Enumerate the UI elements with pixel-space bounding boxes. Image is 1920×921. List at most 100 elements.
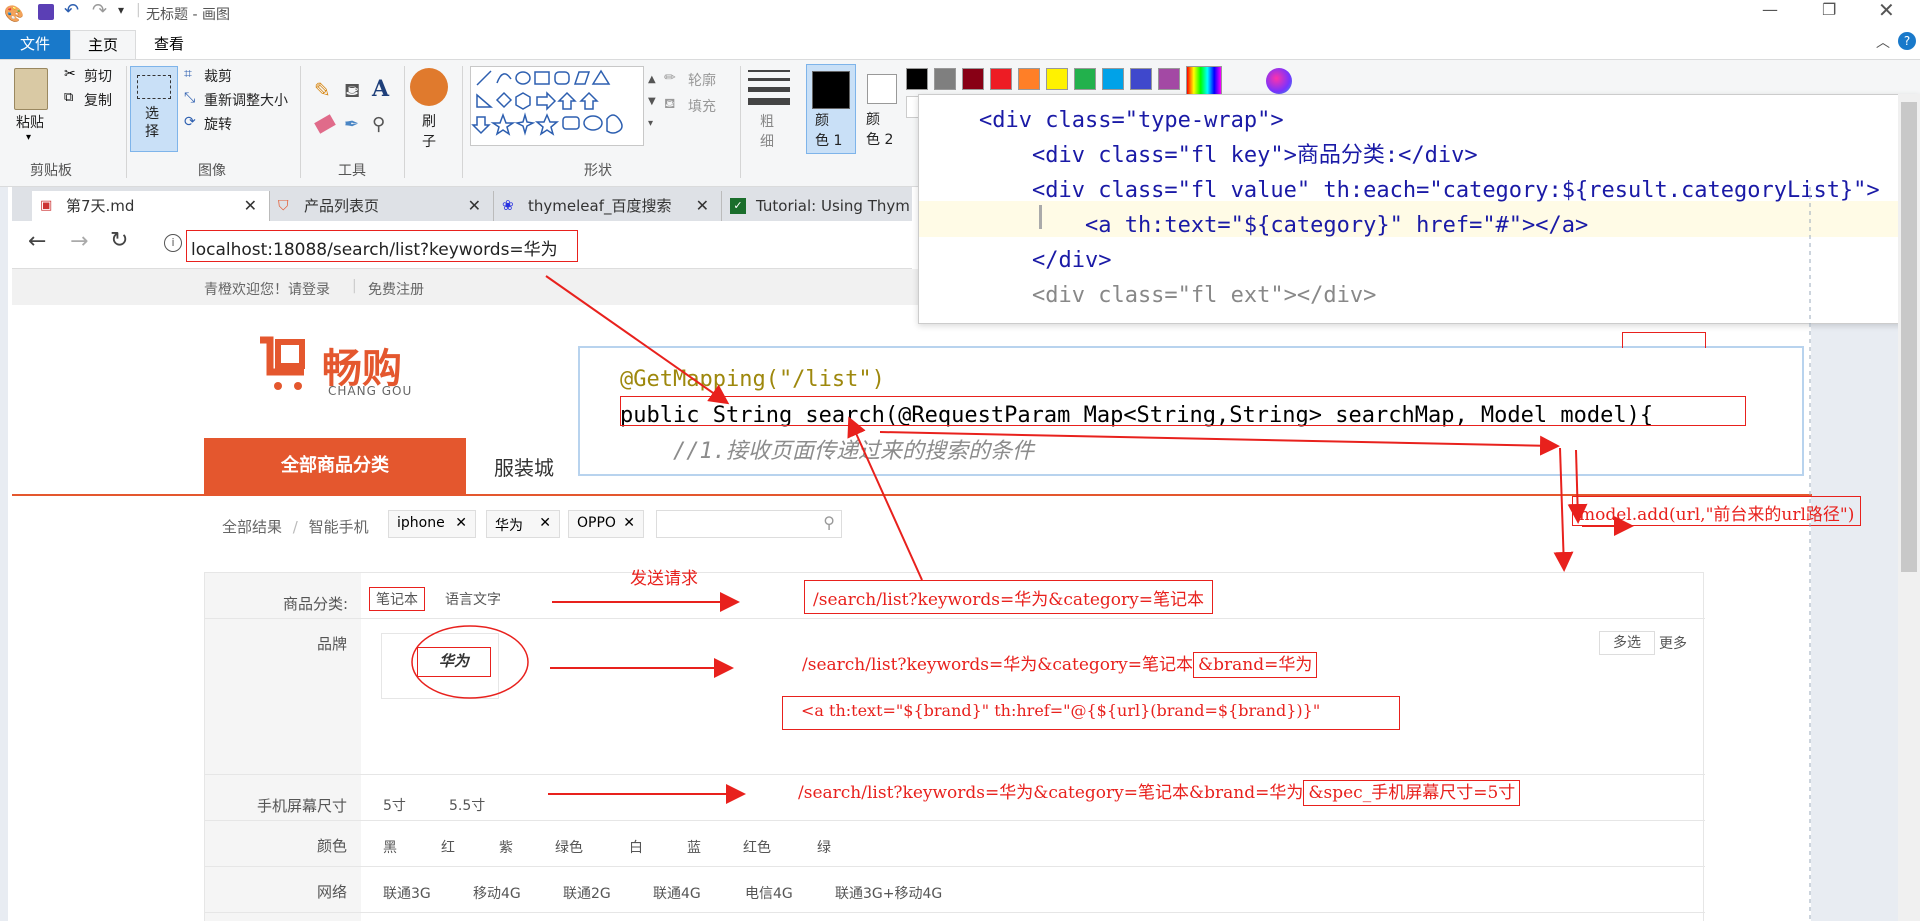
magnifier-icon[interactable]: ⚲ [372,114,385,135]
crumb-all[interactable]: 全部结果 [222,518,282,536]
palette-swatch[interactable] [1130,68,1152,90]
copy-button[interactable]: 复制 [84,90,112,110]
orange-divider [12,494,1812,496]
category-option[interactable]: 笔记本 [369,587,425,611]
palette-swatch[interactable] [1158,68,1180,90]
search-icon[interactable]: ⚲ [823,513,835,532]
file-menu[interactable]: 文件 [0,30,70,59]
brand-name[interactable]: 华为 [417,647,491,677]
minimize-icon[interactable]: — [1762,0,1778,19]
network-option[interactable]: 移动4G [473,883,521,903]
outline-button[interactable]: 轮廓 [688,70,716,90]
outline-icon: ✏ [664,70,676,86]
filter-chip[interactable]: iphone ✕ [388,510,476,538]
palette-swatch[interactable] [1074,68,1096,90]
nav-clothing[interactable]: 服装城 [494,452,554,481]
palette-swatch[interactable] [990,68,1012,90]
chip-close-icon[interactable]: ✕ [623,515,635,531]
tab-close-icon[interactable]: ✕ [696,191,709,221]
palette-swatch[interactable] [962,68,984,90]
save-icon[interactable] [38,4,54,20]
rotate-icon: ⟳ [184,114,196,130]
reload-icon[interactable]: ↻ [110,228,128,253]
color-option[interactable]: 黑 [383,837,397,857]
network-option[interactable]: 联通3G+移动4G [835,883,942,903]
screen-option[interactable]: 5.5寸 [449,795,485,815]
line-size-icon[interactable] [748,70,790,110]
collapse-ribbon-icon[interactable]: ︿ [1876,32,1890,52]
select-button[interactable]: 选 择 [130,66,178,152]
color-option[interactable]: 红 [441,837,455,857]
chip-close-icon[interactable]: ✕ [539,515,551,531]
browser-tab-2[interactable]: ⛉ 产品列表页 ✕ [270,191,494,221]
cut-button[interactable]: 剪切 [84,66,112,86]
brush-icon[interactable] [410,68,448,106]
color-option[interactable]: 白 [629,837,643,857]
tab-close-icon[interactable]: ✕ [244,191,257,221]
color-picker-icon[interactable]: ✒ [344,114,359,135]
color1-button[interactable]: 颜 色 1 [806,64,856,154]
address-bar[interactable]: localhost:18088/search/list?keywords=华为 [186,230,578,262]
more-link[interactable]: 更多 [1659,633,1687,653]
palette-swatch[interactable] [1102,68,1124,90]
close-icon[interactable]: ✕ [1878,0,1895,22]
browser-tab-1[interactable]: ▣ 第7天.md ✕ [32,191,270,221]
browser-tab-3[interactable]: ❀ thymeleaf_百度搜索 ✕ [494,191,722,221]
color-option[interactable]: 蓝 [687,837,701,857]
help-icon[interactable]: ? [1898,32,1916,50]
quick-access-dropdown-icon[interactable]: ▾ [118,3,124,17]
category-option[interactable]: 语言文字 [445,589,501,609]
filter-chip[interactable]: 华为 ✕ [486,510,560,538]
search-within-input[interactable]: ⚲ [656,510,842,538]
palette-swatch[interactable] [1046,68,1068,90]
undo-icon[interactable]: ↶ [64,0,79,21]
fill-button[interactable]: 填充 [688,96,716,116]
tab-home[interactable]: 主页 [70,30,136,59]
redo-icon[interactable]: ↷ [92,0,107,21]
site-info-icon[interactable]: i [164,234,182,252]
filter-chip[interactable]: OPPO ✕ [568,510,644,538]
network-option[interactable]: 联通3G [383,883,431,903]
browser-tab-4[interactable]: ✓ Tutorial: Using Thym [722,191,912,221]
paint3d-icon[interactable] [1266,68,1292,94]
paste-button[interactable]: 粘贴 [16,112,44,132]
tab-view[interactable]: 查看 [136,30,202,59]
shapes-gallery[interactable] [470,66,644,146]
color-option[interactable]: 红色 [743,837,771,857]
rotate-button[interactable]: 旋转 [204,114,232,134]
palette-swatch[interactable] [1018,68,1040,90]
tab-close-icon[interactable]: ✕ [468,191,481,221]
resize-button[interactable]: 重新调整大小 [204,90,288,110]
pencil-icon[interactable]: ✎ [314,78,331,102]
welcome-login-link[interactable]: 青橙欢迎您！请登录 [204,279,330,299]
back-icon[interactable]: ← [28,229,46,254]
clipboard-icon[interactable] [14,68,48,110]
network-option[interactable]: 联通2G [563,883,611,903]
palette-swatch[interactable] [934,68,956,90]
brushes-button[interactable]: 刷 子 [422,112,436,152]
crop-button[interactable]: 裁剪 [204,66,232,86]
color-option[interactable]: 绿色 [555,837,583,857]
size-button[interactable]: 粗 细 [760,112,774,152]
vertical-scrollbar[interactable] [1898,94,1920,921]
color-option[interactable]: 绿 [817,837,831,857]
color2-button[interactable]: 颜 色 2 [862,64,912,154]
screen-option[interactable]: 5寸 [383,795,406,815]
eraser-icon[interactable] [314,114,336,134]
rainbow-edit-colors-icon[interactable] [1186,66,1222,96]
register-link[interactable]: 免费注册 [368,279,424,299]
forward-icon[interactable]: → [70,229,88,254]
crumb-phone[interactable]: 智能手机 [309,518,369,536]
scrollbar-thumb[interactable] [1901,102,1917,572]
chip-close-icon[interactable]: ✕ [455,515,467,531]
palette-swatch[interactable] [906,68,928,90]
multi-select-button[interactable]: 多选 [1599,631,1655,655]
group-label-tools: 工具 [338,163,366,179]
network-option[interactable]: 电信4G [745,883,793,903]
restore-icon[interactable]: ❐ [1822,0,1836,19]
network-option[interactable]: 联通4G [653,883,701,903]
color-option[interactable]: 紫 [499,837,513,857]
text-tool-icon[interactable]: A [372,76,389,102]
fill-bucket-icon[interactable]: ⛾ [344,78,360,105]
all-categories-button[interactable]: 全部商品分类 [204,438,466,494]
